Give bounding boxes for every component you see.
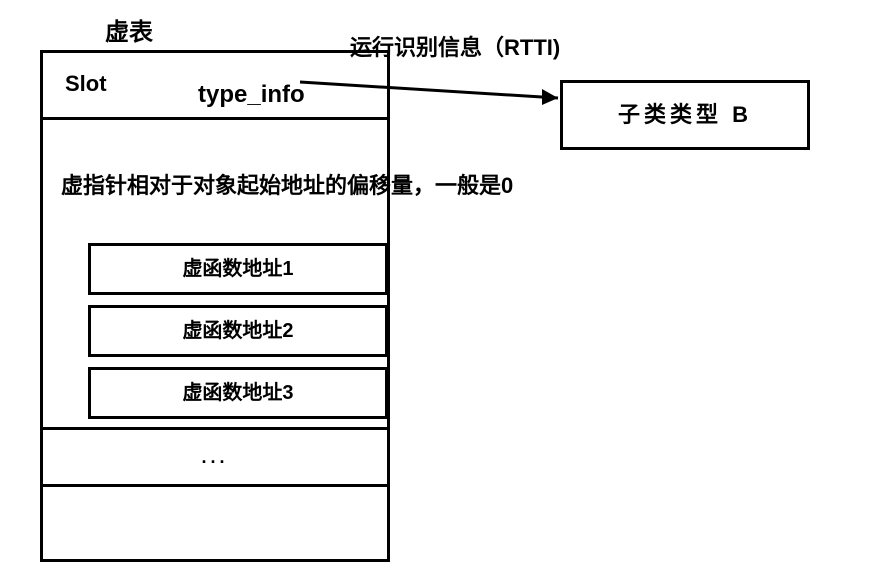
vtable-title: 虚表 [105, 12, 153, 47]
typeinfo-label: type_info [198, 81, 305, 109]
subclass-type-box: 子类类型 B [560, 80, 810, 150]
vtable-container: Slot type_info 虚指针相对于对象起始地址的偏移量，一般是0 虚函数… [40, 50, 390, 562]
vfunc-more: ... [40, 427, 390, 487]
offset-text: 虚指针相对于对象起始地址的偏移量，一般是0 [61, 168, 661, 200]
slot-row: Slot type_info [40, 50, 390, 120]
slot-label: Slot [65, 71, 107, 97]
vfunc-addr-3: 虚函数地址3 [88, 367, 388, 419]
vfunc-addr-2: 虚函数地址2 [88, 305, 388, 357]
vfunc-addr-1: 虚函数地址1 [88, 243, 388, 295]
